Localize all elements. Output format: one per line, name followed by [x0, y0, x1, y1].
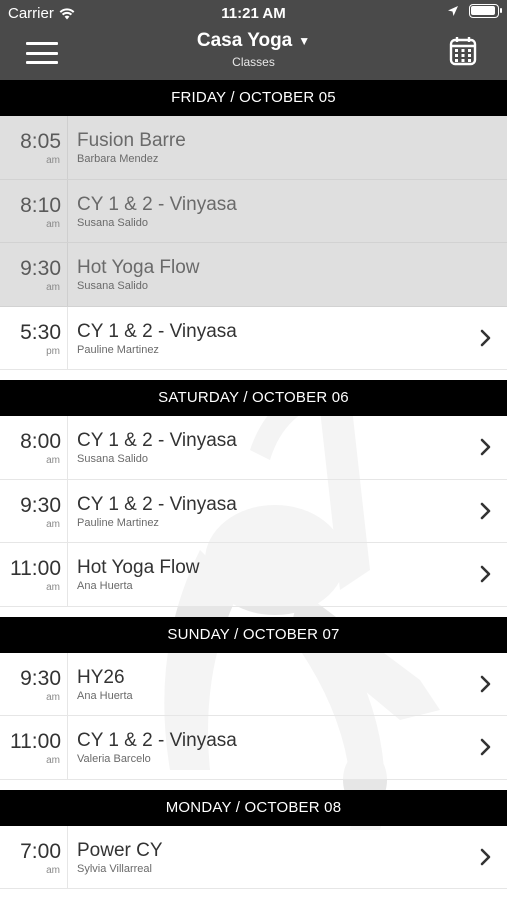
- studio-name: Casa Yoga: [196, 30, 293, 51]
- class-ampm: am: [46, 691, 60, 703]
- class-teacher: Ana Huerta: [77, 689, 133, 702]
- class-teacher: Valeria Barcelo: [77, 753, 151, 765]
- class-name: CY 1 & 2 - Vinyasa: [77, 193, 237, 215]
- studio-title: Casa Yoga ▼ Classes: [0, 30, 507, 69]
- class-start-time: 7:00: [20, 839, 61, 863]
- class-name: Power CY: [77, 839, 163, 861]
- class-schedule-list[interactable]: FRIDAY / OCTOBER 05 8:05 am Fusion Barre Bar…: [0, 80, 507, 900]
- class-ampm: am: [46, 155, 60, 166]
- class-time: 9:30 am: [0, 479, 68, 542]
- class-row[interactable]: 9:30 am CY 1 & 2 - Vinyasa Pauline Martinez: [0, 479, 507, 543]
- chevron-right-icon: [480, 565, 491, 583]
- class-info: CY 1 & 2 - Vinyasa Susana Salido: [77, 194, 237, 229]
- class-time: 9:30 am: [0, 243, 68, 306]
- class-time: 8:00 am: [0, 416, 68, 479]
- calendar-icon[interactable]: [449, 36, 477, 66]
- class-name: HY26: [77, 666, 125, 688]
- class-info: CY 1 & 2 - Vinyasa Susana Salido: [77, 430, 237, 465]
- status-time: 11:21 AM: [221, 5, 286, 22]
- day-header: SATURDAY / OCTOBER 06: [0, 380, 507, 416]
- class-start-time: 8:00: [20, 430, 61, 453]
- class-info: Hot Yoga Flow Susana Salido: [77, 257, 200, 292]
- class-row[interactable]: 7:00 am Power CY Sylvia Villarreal: [0, 825, 507, 889]
- studio-selector[interactable]: Casa Yoga ▼: [197, 30, 310, 52]
- class-teacher: Susana Salido: [77, 453, 148, 465]
- class-time: 9:30 am: [0, 652, 68, 715]
- class-teacher: Pauline Martinez: [77, 516, 159, 529]
- class-name: Hot Yoga Flow: [77, 257, 200, 278]
- class-info: CY 1 & 2 - Vinyasa Pauline Martinez: [77, 321, 237, 356]
- class-row[interactable]: 11:00 am Hot Yoga Flow Ana Huerta: [0, 543, 507, 607]
- class-row[interactable]: 11:00 am CY 1 & 2 - Vinyasa Valeria Barcelo: [0, 716, 507, 780]
- class-info: Power CY Sylvia Villarreal: [77, 840, 163, 875]
- class-teacher: Susana Salido: [77, 280, 148, 292]
- chevron-right-icon: [480, 502, 491, 519]
- chevron-right-icon: [480, 329, 491, 346]
- class-info: Fusion Barre Barbara Mendez: [77, 130, 186, 165]
- class-start-time: 9:30: [20, 666, 61, 690]
- day-header: MONDAY / OCTOBER 08: [0, 789, 507, 826]
- class-start-time: 9:30: [20, 257, 61, 280]
- chevron-right-icon: [480, 675, 491, 692]
- class-time: 7:00 am: [0, 825, 68, 888]
- dropdown-caret-icon: ▼: [298, 34, 311, 48]
- location-arrow-icon: [448, 6, 458, 16]
- chevron-right-icon: [480, 738, 491, 756]
- class-teacher: Susana Salido: [77, 216, 148, 229]
- class-ampm: am: [46, 455, 60, 466]
- day-header: SUNDAY / OCTOBER 07: [0, 616, 507, 653]
- page-subtitle: Classes: [232, 55, 275, 69]
- class-info: HY26 Ana Huerta: [77, 667, 133, 702]
- class-ampm: am: [46, 582, 60, 593]
- class-teacher: Barbara Mendez: [77, 153, 159, 165]
- class-start-time: 11:00: [10, 557, 61, 580]
- class-time: 5:30 pm: [0, 306, 68, 369]
- class-row[interactable]: 5:30 pm CY 1 & 2 - Vinyasa Pauline Martinez: [0, 306, 507, 370]
- battery-icon: [469, 4, 502, 18]
- class-name: CY 1 & 2 - Vinyasa: [77, 730, 237, 751]
- class-teacher: Pauline Martinez: [77, 343, 159, 356]
- class-name: CY 1 & 2 - Vinyasa: [77, 430, 237, 451]
- class-teacher: Sylvia Villarreal: [77, 862, 152, 875]
- class-info: Hot Yoga Flow Ana Huerta: [77, 557, 200, 592]
- navigation-bar: Casa Yoga ▼ Classes: [0, 26, 507, 80]
- class-name: CY 1 & 2 - Vinyasa: [77, 320, 237, 342]
- class-row[interactable]: 8:00 am CY 1 & 2 - Vinyasa Susana Salido: [0, 416, 507, 480]
- days-container: FRIDAY / OCTOBER 05 8:05 am Fusion Barre Bar…: [0, 80, 507, 889]
- class-ampm: am: [46, 218, 60, 230]
- class-time: 11:00 am: [0, 716, 68, 779]
- class-start-time: 5:30: [20, 320, 61, 344]
- class-ampm: am: [46, 282, 60, 293]
- class-name: CY 1 & 2 - Vinyasa: [77, 493, 237, 515]
- class-info: CY 1 & 2 - Vinyasa Valeria Barcelo: [77, 730, 237, 765]
- class-time: 11:00 am: [0, 543, 68, 606]
- status-bar: Carrier 11:21 AM: [0, 0, 507, 26]
- class-row: 8:05 am Fusion Barre Barbara Mendez: [0, 116, 507, 180]
- class-row: 9:30 am Hot Yoga Flow Susana Salido: [0, 243, 507, 307]
- class-name: Fusion Barre: [77, 130, 186, 151]
- class-ampm: pm: [46, 345, 60, 357]
- class-row: 8:10 am CY 1 & 2 - Vinyasa Susana Salido: [0, 179, 507, 243]
- day-header: FRIDAY / OCTOBER 05: [0, 80, 507, 116]
- class-ampm: am: [46, 864, 60, 876]
- class-teacher: Ana Huerta: [77, 580, 133, 592]
- class-row[interactable]: 9:30 am HY26 Ana Huerta: [0, 652, 507, 716]
- class-time: 8:05 am: [0, 116, 68, 179]
- class-name: Hot Yoga Flow: [77, 557, 200, 578]
- class-ampm: am: [46, 518, 60, 530]
- chevron-right-icon: [480, 848, 491, 865]
- class-start-time: 11:00: [10, 730, 61, 753]
- class-ampm: am: [46, 755, 60, 766]
- class-start-time: 8:05: [20, 130, 61, 153]
- class-start-time: 9:30: [20, 493, 61, 517]
- class-start-time: 8:10: [20, 193, 61, 217]
- class-time: 8:10 am: [0, 179, 68, 242]
- chevron-right-icon: [480, 438, 491, 456]
- class-info: CY 1 & 2 - Vinyasa Pauline Martinez: [77, 494, 237, 529]
